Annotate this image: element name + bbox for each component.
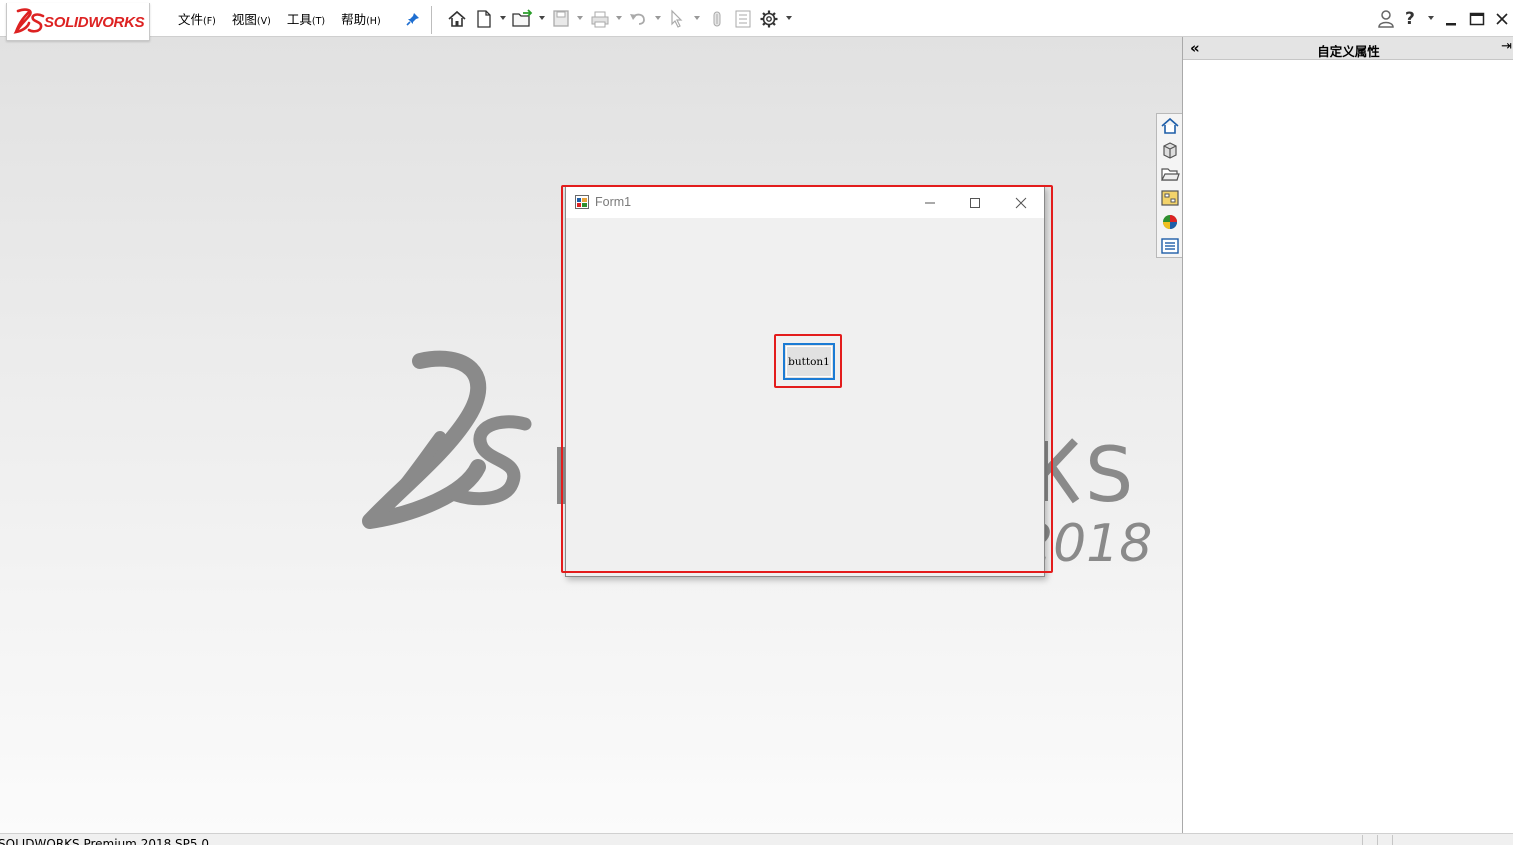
file-properties-icon[interactable] <box>734 9 752 29</box>
close-icon <box>1015 197 1027 208</box>
solidworks-logo[interactable]: SOLIDWORKS <box>6 3 150 41</box>
task-pane: « 自定义属性 ⇥ <box>1182 37 1513 833</box>
button1[interactable]: button1 <box>783 343 835 380</box>
save-dropdown-icon[interactable] <box>577 16 583 20</box>
open-icon[interactable] <box>511 9 533 29</box>
new-document-icon[interactable] <box>476 9 492 29</box>
form1-title: Form1 <box>595 195 632 209</box>
user-icon[interactable] <box>1377 9 1395 29</box>
form1-close-button[interactable] <box>998 187 1044 218</box>
logo-text: SOLIDWORKS <box>44 14 145 31</box>
menu-tools-accel: (T) <box>311 16 326 27</box>
task-pane-header: « 自定义属性 ⇥ <box>1183 37 1513 60</box>
3d-content-icon[interactable] <box>1160 140 1180 160</box>
status-text: SOLIDWORKS Premium 2018 SP5.0 <box>0 837 209 845</box>
appearances-icon[interactable] <box>1160 212 1180 232</box>
options-gear-icon[interactable] <box>759 9 779 29</box>
top-toolbar: SOLIDWORKS 文件(F) 视图(V) 工具(T) 帮助(H) ? <box>0 0 1513 41</box>
menu-file[interactable]: 文件(F) <box>178 9 216 28</box>
menu-file-label: 文件 <box>178 12 204 27</box>
ds-logo-icon <box>13 8 45 34</box>
pin-pane-icon[interactable]: ⇥ <box>1501 39 1512 54</box>
status-divider <box>1377 835 1378 845</box>
status-divider <box>1392 835 1393 845</box>
minimize-icon[interactable] <box>1443 9 1459 29</box>
undo-dropdown-icon[interactable] <box>655 16 661 20</box>
main-menu: 文件(F) 视图(V) 工具(T) 帮助(H) <box>170 0 389 37</box>
task-pane-tabs <box>1156 113 1182 258</box>
close-icon[interactable] <box>1494 9 1510 29</box>
menu-view-accel: (V) <box>256 16 271 27</box>
menu-file-accel: (F) <box>203 16 216 27</box>
form1-maximize-button[interactable] <box>952 187 998 218</box>
home-icon[interactable] <box>447 9 467 29</box>
file-explorer-icon[interactable] <box>1160 164 1180 184</box>
rebuild-icon[interactable] <box>709 9 725 29</box>
menu-view-label: 视图 <box>231 12 257 27</box>
new-dropdown-icon[interactable] <box>500 16 506 20</box>
maximize-icon[interactable] <box>1468 9 1486 29</box>
menu-tools-label: 工具 <box>286 12 312 27</box>
form1-window[interactable]: Form1 button1 <box>565 186 1045 577</box>
form1-minimize-button[interactable] <box>907 187 953 218</box>
options-dropdown-icon[interactable] <box>786 16 792 20</box>
status-divider <box>1362 835 1363 845</box>
watermark-s: S <box>1085 430 1133 519</box>
save-icon[interactable] <box>552 9 570 29</box>
menu-help[interactable]: 帮助(H) <box>341 9 381 28</box>
select-dropdown-icon[interactable] <box>694 16 700 20</box>
task-pane-title: 自定义属性 <box>1317 44 1380 59</box>
menu-view[interactable]: 视图(V) <box>232 9 271 28</box>
home-tab-icon[interactable] <box>1160 116 1180 136</box>
menu-help-label: 帮助 <box>341 12 367 27</box>
print-dropdown-icon[interactable] <box>616 16 622 20</box>
help-dropdown-icon[interactable] <box>1428 16 1434 20</box>
view-palette-icon[interactable] <box>1160 188 1180 208</box>
select-icon[interactable] <box>669 9 685 29</box>
status-bar: SOLIDWORKS Premium 2018 SP5.0 <box>0 833 1513 845</box>
print-icon[interactable] <box>590 9 610 29</box>
menu-tools[interactable]: 工具(T) <box>287 9 325 28</box>
menu-help-accel: (H) <box>366 16 381 27</box>
minimize-icon <box>925 202 935 203</box>
help-icon[interactable]: ? <box>1405 9 1415 29</box>
pin-menu-icon[interactable] <box>405 11 421 27</box>
toolbar-separator <box>431 6 432 34</box>
form-app-icon <box>575 195 589 209</box>
undo-icon[interactable] <box>628 9 648 29</box>
maximize-icon <box>970 197 980 208</box>
custom-properties-icon[interactable] <box>1160 236 1180 256</box>
open-dropdown-icon[interactable] <box>539 16 545 20</box>
form1-titlebar[interactable]: Form1 <box>566 187 1044 218</box>
